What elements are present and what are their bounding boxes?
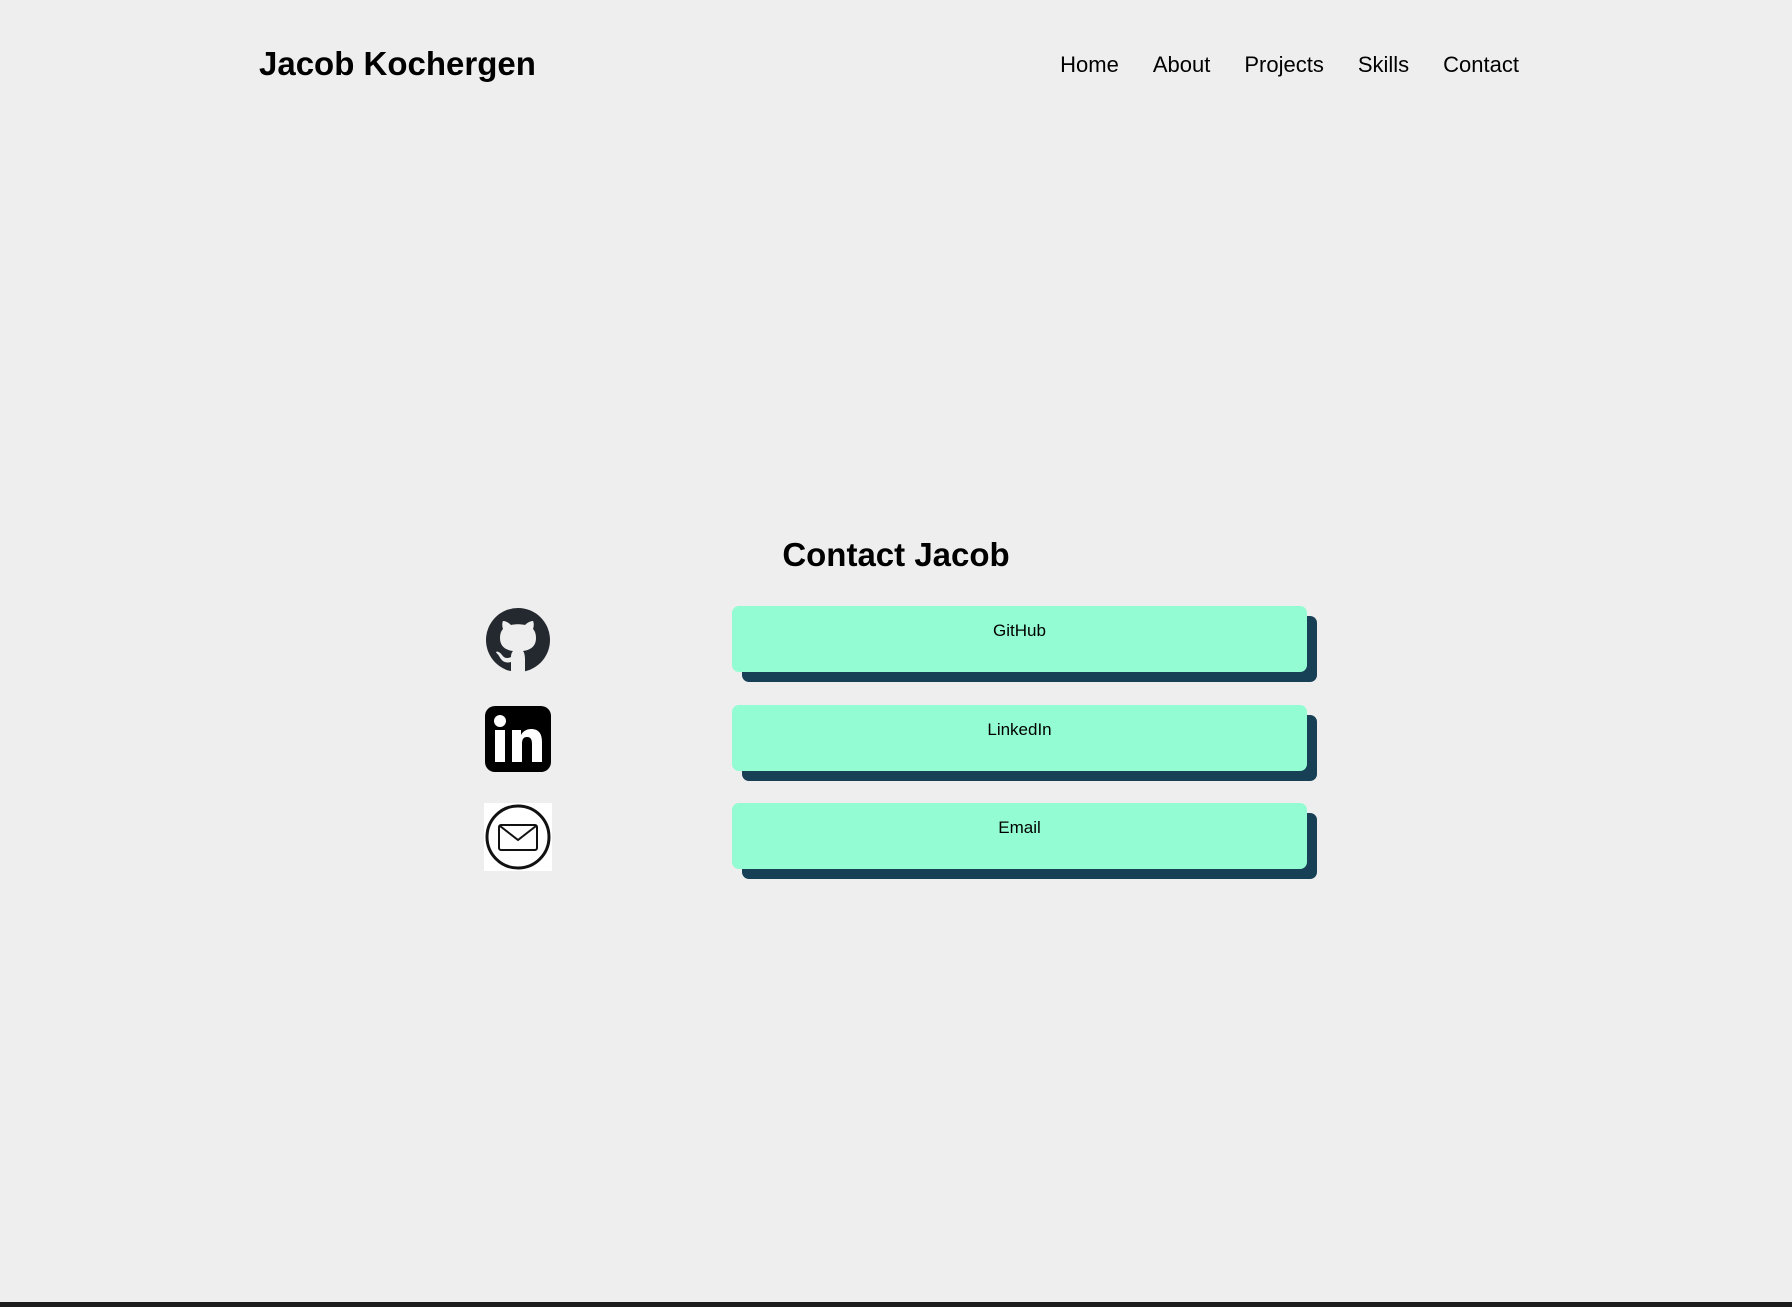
contact-row-email: Email — [484, 803, 1320, 883]
nav-skills-link[interactable]: Skills — [1358, 50, 1409, 80]
contact-row-linkedin: LinkedIn — [484, 705, 1320, 785]
nav-contact-link[interactable]: Contact — [1443, 50, 1519, 80]
site-header: Jacob Kochergen Home About Projects Skil… — [0, 0, 1792, 130]
github-button-label: GitHub — [993, 621, 1046, 640]
linkedin-button[interactable]: LinkedIn — [732, 705, 1307, 771]
nav-home-link[interactable]: Home — [1060, 50, 1119, 80]
github-button[interactable]: GitHub — [732, 606, 1307, 672]
nav-about-link[interactable]: About — [1153, 50, 1211, 80]
contact-row-github: GitHub — [484, 606, 1320, 686]
email-icon[interactable] — [484, 803, 552, 871]
linkedin-icon[interactable] — [484, 705, 552, 773]
site-brand[interactable]: Jacob Kochergen — [259, 44, 536, 84]
contact-title: Contact Jacob — [782, 536, 1010, 573]
email-button[interactable]: Email — [732, 803, 1307, 869]
email-button-label: Email — [998, 818, 1041, 837]
footer-bar — [0, 1302, 1792, 1307]
github-icon[interactable] — [484, 606, 552, 674]
nav-projects-link[interactable]: Projects — [1244, 50, 1323, 80]
main-nav: Home About Projects Skills Contact — [1060, 50, 1519, 80]
linkedin-button-label: LinkedIn — [987, 720, 1052, 739]
